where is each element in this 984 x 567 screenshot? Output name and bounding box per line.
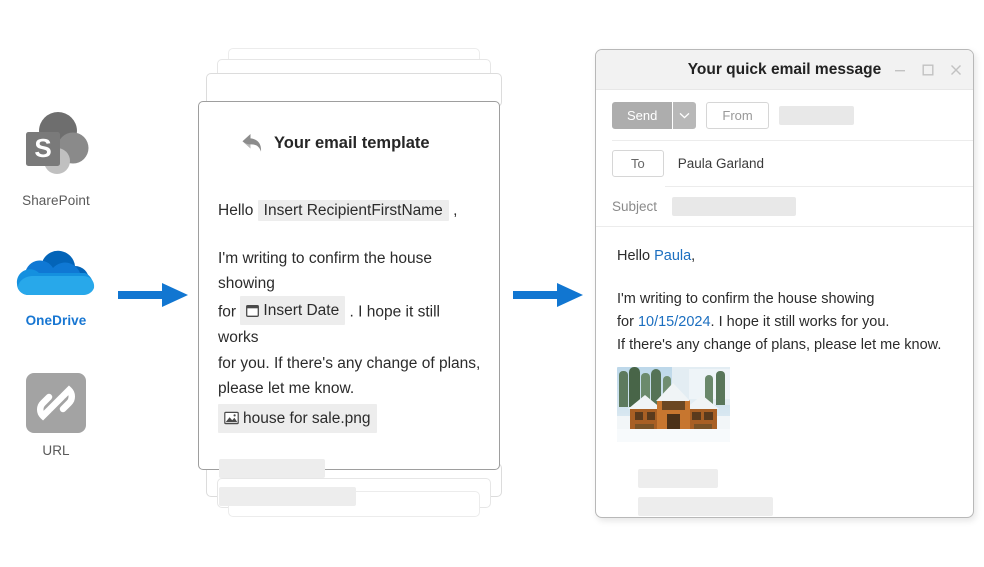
source-item-sharepoint[interactable]: S SharePoint bbox=[0, 110, 112, 208]
email-body-line-3: If there's any change of plans, please l… bbox=[617, 336, 942, 353]
email-window-titlebar: Your quick email message bbox=[596, 50, 973, 90]
source-item-url[interactable]: URL bbox=[0, 370, 112, 458]
email-window-title: Your quick email message bbox=[687, 60, 882, 78]
compose-toolbar: Send From bbox=[596, 90, 973, 140]
onedrive-cloud-icon bbox=[16, 250, 95, 296]
subject-field-value[interactable] bbox=[672, 197, 797, 216]
template-body: Hello Insert RecipientFirstName , I'm wr… bbox=[199, 154, 499, 433]
close-icon[interactable] bbox=[949, 63, 963, 77]
email-body-line-1: I'm writing to confirm the house showing bbox=[617, 290, 875, 307]
template-body-line-1: I'm writing to confirm the house showing bbox=[218, 250, 433, 293]
email-placeholder-bar-1 bbox=[638, 468, 718, 488]
house-for-sale-photo bbox=[617, 366, 730, 442]
from-field-value[interactable] bbox=[778, 106, 854, 125]
to-field-value[interactable]: Paula Garland bbox=[678, 156, 764, 171]
greeting-prefix: Hello bbox=[218, 202, 254, 219]
flow-arrow-sources-to-template bbox=[118, 283, 188, 307]
template-title: Your email template bbox=[274, 133, 430, 152]
body-line-2-prefix: for bbox=[218, 303, 237, 321]
send-button[interactable]: Send bbox=[612, 102, 673, 129]
maximize-icon[interactable] bbox=[921, 63, 935, 77]
sharepoint-logo-icon: S bbox=[26, 112, 89, 174]
email-line-2-suffix: . I hope it still works for you. bbox=[710, 313, 890, 330]
email-greeting-prefix: Hello bbox=[617, 248, 651, 264]
to-row: To Paula Garland bbox=[596, 141, 973, 186]
email-greeting-suffix: , bbox=[691, 248, 696, 264]
template-placeholder-bar-1 bbox=[219, 459, 325, 479]
flow-arrow-template-to-email bbox=[513, 283, 583, 307]
attachment-name: house for sale.png bbox=[243, 409, 371, 427]
chevron-down-icon bbox=[679, 112, 690, 119]
send-options-dropdown[interactable] bbox=[672, 102, 697, 129]
send-button-group[interactable]: Send bbox=[612, 102, 697, 129]
source-label-onedrive: OneDrive bbox=[25, 313, 87, 328]
template-body-line-4: please let me know. bbox=[218, 379, 355, 397]
email-greeting-line: Hello Paula, bbox=[617, 245, 961, 268]
date-placeholder-label: Insert Date bbox=[263, 302, 340, 320]
email-paragraph-spacer bbox=[617, 268, 961, 288]
email-body[interactable]: Hello Paula, I'm writing to confirm the … bbox=[596, 227, 973, 516]
template-header: Your email template bbox=[199, 102, 499, 154]
template-body-line-2: for Insert Date . I hope it still works bbox=[218, 296, 483, 350]
calendar-icon bbox=[246, 304, 260, 317]
email-date-value: 10/15/2024 bbox=[637, 313, 711, 330]
email-recipient-name: Paula bbox=[654, 248, 692, 264]
source-label-url: URL bbox=[42, 443, 70, 458]
template-body-line-3: for you. If there's any change of plans, bbox=[218, 354, 481, 372]
email-template-stack: Your email template Hello Insert Recipie… bbox=[198, 48, 510, 518]
window-controls bbox=[893, 50, 963, 89]
to-button[interactable]: To bbox=[612, 150, 664, 177]
email-template-card[interactable]: Your email template Hello Insert Recipie… bbox=[198, 101, 500, 507]
subject-label: Subject bbox=[612, 199, 658, 214]
reply-arrow-icon bbox=[242, 134, 262, 152]
template-placeholder-bar-2 bbox=[219, 487, 356, 507]
from-button[interactable]: From bbox=[706, 102, 769, 129]
email-placeholder-bar-2 bbox=[638, 496, 773, 516]
source-label-sharepoint: SharePoint bbox=[22, 193, 90, 208]
template-attachment-row: house for sale.png bbox=[218, 403, 483, 434]
email-line-2-prefix: for bbox=[617, 313, 634, 330]
template-greeting-line: Hello Insert RecipientFirstName , bbox=[218, 198, 483, 223]
subject-row: Subject bbox=[596, 187, 973, 226]
source-item-onedrive[interactable]: OneDrive bbox=[0, 248, 112, 328]
source-list: S SharePoint OneDrive URL bbox=[0, 0, 112, 567]
link-chain-icon bbox=[26, 373, 86, 433]
image-icon bbox=[224, 412, 239, 425]
attachment-chip[interactable]: house for sale.png bbox=[218, 403, 377, 433]
email-body-line-2: for 10/15/2024. I hope it still works fo… bbox=[617, 311, 961, 334]
svg-text:S: S bbox=[34, 133, 51, 163]
date-placeholder-chip[interactable]: Insert Date bbox=[240, 296, 346, 326]
minimize-icon[interactable] bbox=[893, 63, 907, 77]
email-compose-window[interactable]: Your quick email message Send From To Pa… bbox=[595, 49, 974, 518]
greeting-suffix: , bbox=[453, 202, 458, 219]
recipient-placeholder-chip[interactable]: Insert RecipientFirstName bbox=[257, 200, 449, 221]
